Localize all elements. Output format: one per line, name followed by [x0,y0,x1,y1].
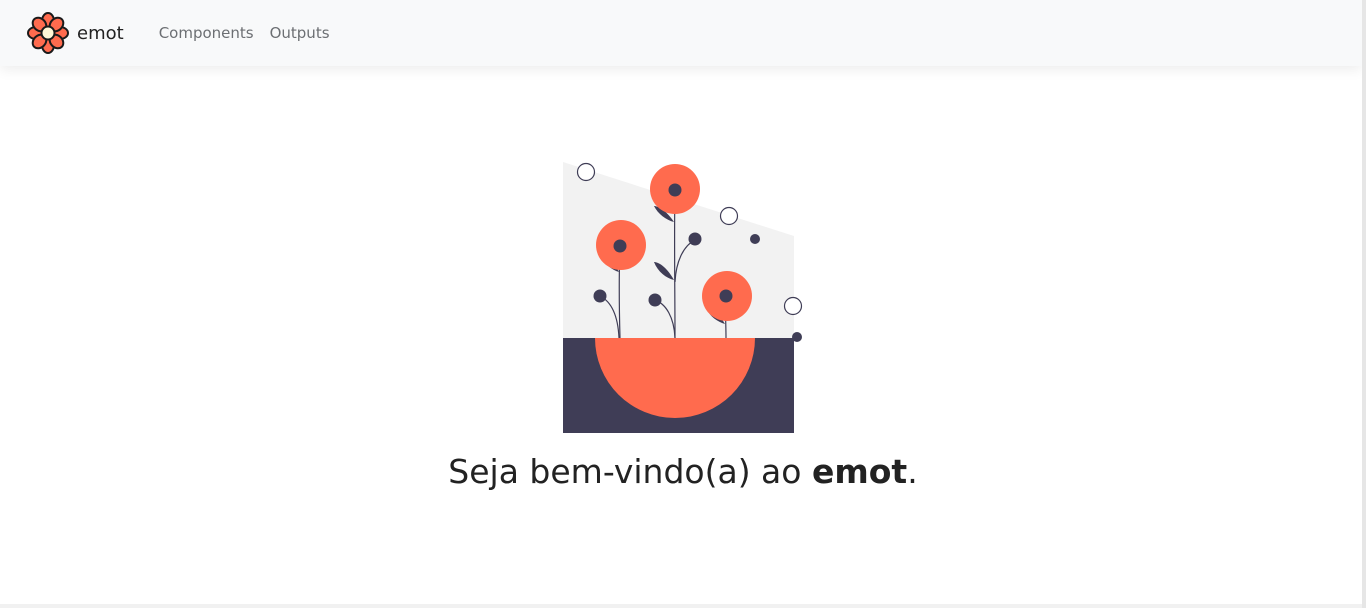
welcome-heading: Seja bem-vindo(a) ao emot. [0,452,1366,491]
top-navbar: emot Components Outputs [0,0,1362,66]
brand-name: emot [77,22,124,44]
brand-link[interactable]: emot [27,12,124,54]
welcome-brand-name: emot [811,452,908,491]
hero-section: Seja bem-vindo(a) ao emot. [0,66,1362,608]
welcome-text: Seja bem-vindo(a) ao [448,452,812,491]
nav-link-components[interactable]: Components [159,24,254,42]
flower-pot-illustration [563,162,803,433]
footer-divider [0,604,1362,608]
flower-icon [27,12,69,54]
scrollbar[interactable] [1362,0,1366,608]
nav-links: Components Outputs [159,24,330,42]
nav-link-outputs[interactable]: Outputs [270,24,330,42]
welcome-period: . [907,452,918,491]
